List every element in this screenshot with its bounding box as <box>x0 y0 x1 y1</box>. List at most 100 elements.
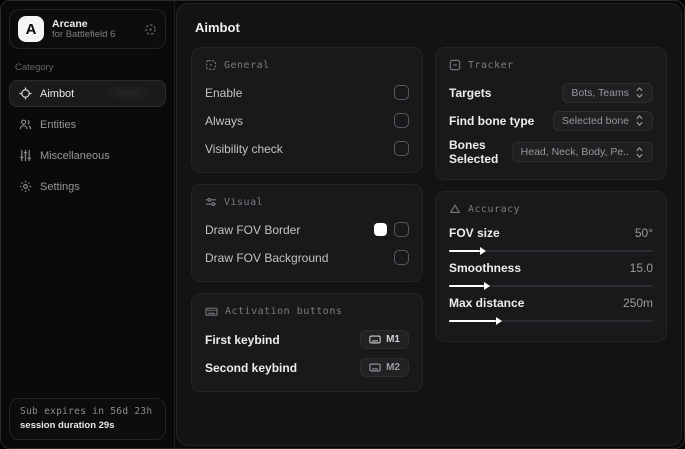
accuracy-card-title: Accuracy <box>468 203 521 215</box>
general-card-title: General <box>224 59 270 71</box>
tracker-row: Bones Selected Head, Neck, Body, Pe.. <box>449 138 653 166</box>
keybind-value: M2 <box>386 362 400 373</box>
accuracy-card: Accuracy FOV size 50° Smoothness 15.0 Ma… <box>435 191 667 342</box>
tracker-card-header: Tracker <box>449 59 653 71</box>
tracker-card-title: Tracker <box>468 59 514 71</box>
tracker-label: Targets <box>449 85 492 100</box>
visual-card: Visual Draw FOV Border Draw FOV Backgrou… <box>191 184 423 282</box>
unfold-icon <box>635 115 644 126</box>
sidebar-item-label: Settings <box>40 180 80 193</box>
sub-expires-text: Sub expires in 56d 23h <box>20 406 153 417</box>
dropdown-value: Selected bone <box>561 114 629 127</box>
targets-dropdown[interactable]: Bots, Teams <box>562 82 653 103</box>
slider-fill[interactable] <box>449 247 486 255</box>
tracker-label: Find bone type <box>449 113 535 128</box>
always-checkbox[interactable] <box>394 113 409 128</box>
gear-icon <box>19 180 32 193</box>
setting-row: Visibility check <box>205 138 409 159</box>
activation-card-title: Activation buttons <box>225 306 343 317</box>
general-card: General Enable Always Visibility check <box>191 47 423 173</box>
slider-value: 50° <box>634 226 653 240</box>
visibility-check-checkbox[interactable] <box>394 141 409 156</box>
draw-fov-background-checkbox[interactable] <box>394 250 409 265</box>
fov-size-slider-group: FOV size 50° <box>449 226 653 255</box>
setting-row: Draw FOV Border <box>205 219 409 240</box>
setting-label: Visibility check <box>205 141 283 156</box>
enable-checkbox[interactable] <box>394 85 409 100</box>
tracker-card: Tracker Targets Bots, Teams Find bone ty… <box>435 47 667 180</box>
sidebar: A Arcane for Battlefield 6 Category Aimb… <box>1 1 175 448</box>
keyboard-icon <box>205 305 218 318</box>
tracker-row: Find bone type Selected bone <box>449 110 653 131</box>
setting-label: Always <box>205 113 244 128</box>
slider-label: FOV size <box>449 226 500 240</box>
page-title: Aimbot <box>195 20 240 35</box>
keybind-label: Second keybind <box>205 360 298 375</box>
find-bone-type-dropdown[interactable]: Selected bone <box>552 110 653 131</box>
main-panel: Aimbot General Enable Always Visibility … <box>176 3 682 446</box>
left-column: General Enable Always Visibility check V… <box>191 47 423 392</box>
unfold-icon <box>635 87 644 98</box>
tracker-box-icon <box>449 59 461 71</box>
bones-selected-dropdown[interactable]: Head, Neck, Body, Pe.. <box>511 142 653 162</box>
app-logo: A <box>18 16 44 42</box>
right-column: Tracker Targets Bots, Teams Find bone ty… <box>435 47 667 342</box>
tracker-label: Bones Selected <box>449 138 499 166</box>
smoothness-slider[interactable] <box>449 282 653 290</box>
smoothness-slider-group: Smoothness 15.0 <box>449 261 653 290</box>
max-distance-slider-group: Max distance 250m <box>449 296 653 325</box>
app-meta: Arcane for Battlefield 6 <box>52 18 136 41</box>
first-keybind-button[interactable]: M1 <box>360 330 409 349</box>
fov-border-color-swatch[interactable] <box>374 223 387 236</box>
slider-label: Smoothness <box>449 261 522 275</box>
slider-fill[interactable] <box>449 282 490 290</box>
max-distance-slider[interactable] <box>449 317 653 325</box>
visual-card-header: Visual <box>205 196 409 208</box>
accuracy-card-header: Accuracy <box>449 203 653 215</box>
unfold-icon <box>635 146 644 158</box>
slider-value: 15.0 <box>629 261 653 275</box>
activation-card-header: Activation buttons <box>205 305 409 318</box>
keybind-value: M1 <box>386 334 400 345</box>
app-subtitle: for Battlefield 6 <box>52 28 116 40</box>
sidebar-nav: Aimbot Entities Miscellaneous Settings <box>9 80 166 200</box>
setting-row: Draw FOV Background <box>205 247 409 268</box>
keybind-row: Second keybind M2 <box>205 357 409 378</box>
visual-card-title: Visual <box>224 196 264 208</box>
gauge-icon <box>449 203 461 215</box>
keyboard-icon <box>369 363 381 372</box>
draw-fov-border-checkbox[interactable] <box>394 222 409 237</box>
keyboard-icon <box>369 335 381 344</box>
category-label: Category <box>15 62 54 73</box>
sidebar-item-label: Miscellaneous <box>40 149 110 162</box>
sidebar-item-label: Entities <box>40 118 77 131</box>
content-columns: General Enable Always Visibility check V… <box>191 47 667 392</box>
subscription-info-box: Sub expires in 56d 23h session duration … <box>9 398 166 440</box>
general-card-header: General <box>205 59 409 71</box>
sidebar-item-aimbot[interactable]: Aimbot <box>9 80 166 107</box>
sync-icon[interactable] <box>144 23 157 36</box>
second-keybind-button[interactable]: M2 <box>360 358 409 377</box>
session-duration-text: session duration 29s <box>20 420 115 431</box>
slider-value: 250m <box>622 296 653 310</box>
setting-row: Enable <box>205 82 409 103</box>
tune-sliders-icon <box>205 196 217 208</box>
dropdown-value: Bots, Teams <box>571 86 629 99</box>
slider-fill[interactable] <box>449 317 502 325</box>
app-name: Arcane <box>52 17 88 30</box>
vertical-sliders-icon <box>19 149 32 162</box>
slider-label: Max distance <box>449 296 525 310</box>
keybind-row: First keybind M1 <box>205 329 409 350</box>
app-window: A Arcane for Battlefield 6 Category Aimb… <box>0 0 685 449</box>
crosshair-icon <box>19 87 32 100</box>
keybind-label: First keybind <box>205 332 280 347</box>
setting-row: Always <box>205 110 409 131</box>
setting-label: Enable <box>205 85 243 100</box>
sidebar-item-entities[interactable]: Entities <box>9 111 166 138</box>
fov-size-slider[interactable] <box>449 247 653 255</box>
sidebar-item-miscellaneous[interactable]: Miscellaneous <box>9 142 166 169</box>
sidebar-item-settings[interactable]: Settings <box>9 173 166 200</box>
setting-label: Draw FOV Border <box>205 222 301 237</box>
activation-buttons-card: Activation buttons First keybind M1 Seco… <box>191 293 423 392</box>
sidebar-item-label: Aimbot <box>40 87 75 100</box>
